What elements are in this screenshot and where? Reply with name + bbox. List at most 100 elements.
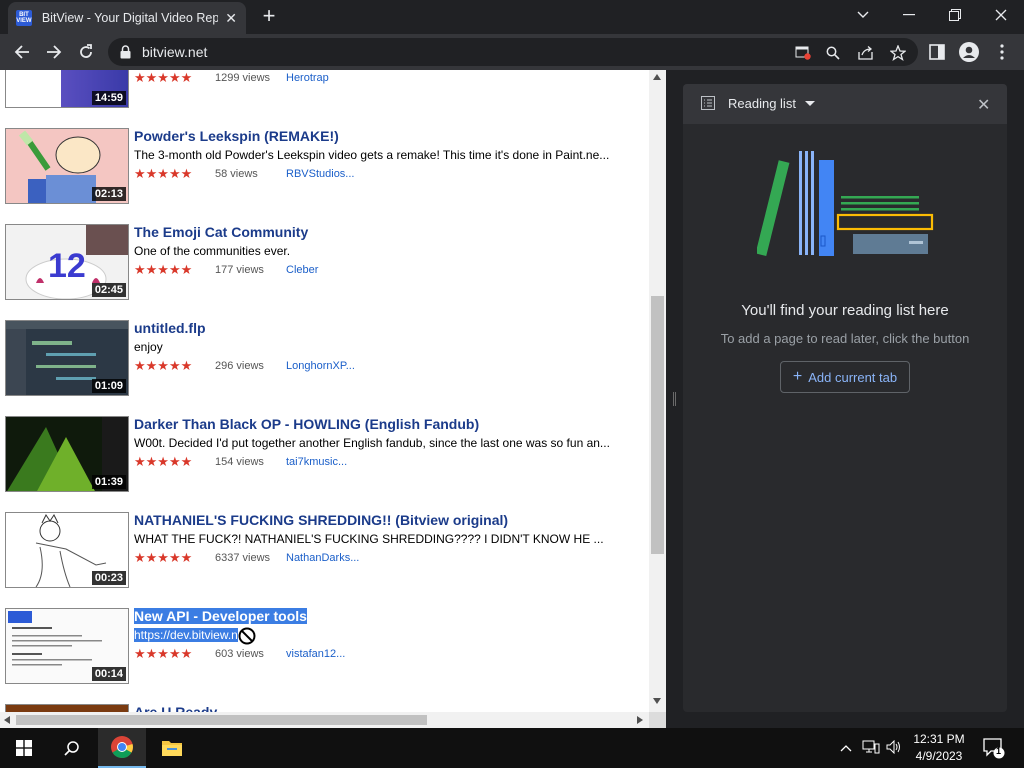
view-count: 6337 views <box>215 552 271 564</box>
popup-blocked-icon[interactable] <box>794 44 812 62</box>
menu-kebab-icon[interactable] <box>990 40 1014 64</box>
scroll-down-arrow-icon[interactable] <box>653 698 661 704</box>
view-count: 1299 views <box>215 72 271 84</box>
chrome-taskbar-icon[interactable] <box>98 728 146 768</box>
video-item[interactable]: 02:13 Powder's Leekspin (REMAKE!) The 3-… <box>0 128 649 224</box>
video-title-link[interactable]: untitled.flp <box>134 320 206 336</box>
tab-title: BitView - Your Digital Video Repo <box>41 11 219 25</box>
video-thumbnail[interactable]: 00:14 <box>5 608 129 684</box>
video-thumbnail[interactable]: 01:39 <box>5 416 129 492</box>
video-thumbnail[interactable]: 01:09 <box>5 320 129 396</box>
panel-dropdown-icon[interactable] <box>805 101 815 106</box>
empty-state-subtitle: To add a page to read later, click the b… <box>720 331 970 346</box>
side-panel-resize-handle[interactable] <box>666 70 683 728</box>
view-count: 58 views <box>215 168 258 180</box>
share-icon[interactable] <box>857 44 875 62</box>
not-allowed-cursor-icon <box>238 627 256 645</box>
reload-icon[interactable] <box>74 40 98 64</box>
action-center-icon[interactable]: 1 <box>983 737 1005 762</box>
video-duration: 02:13 <box>91 187 126 201</box>
plus-icon: + <box>792 368 803 385</box>
author-link[interactable]: LonghornXP... <box>286 360 355 372</box>
bitview-favicon-icon: BIT VIEW <box>16 10 32 26</box>
search-icon[interactable] <box>48 728 96 768</box>
video-item[interactable]: 00:14 New API - Developer tools https://… <box>0 608 649 704</box>
horizontal-scrollbar[interactable] <box>0 712 649 728</box>
books-illustration <box>757 151 934 257</box>
reading-list-title[interactable]: Reading list <box>728 96 796 111</box>
profile-avatar-icon[interactable] <box>957 40 981 64</box>
author-link[interactable]: RBVStudios... <box>286 168 354 180</box>
restore-icon[interactable] <box>932 0 978 30</box>
system-clock[interactable]: 12:31 PM 4/9/2023 <box>904 731 974 765</box>
author-link[interactable]: vistafan12... <box>286 648 345 660</box>
add-current-tab-label: Add current tab <box>808 369 898 385</box>
vertical-scroll-thumb[interactable] <box>651 296 664 554</box>
author-link[interactable]: Herotrap <box>286 72 329 84</box>
back-icon[interactable] <box>10 40 34 64</box>
video-title-link[interactable]: NATHANIEL'S FUCKING SHREDDING!! (Bitview… <box>134 512 508 528</box>
video-description: https://dev.bitview.n <box>134 628 238 642</box>
volume-icon[interactable] <box>886 739 902 757</box>
video-item[interactable]: 14:59 ★★★★★ 1299 views Herotrap <box>0 70 649 128</box>
video-duration: 02:45 <box>91 283 126 297</box>
drag-grip-icon[interactable] <box>673 392 676 406</box>
rating-stars: ★★★★★ <box>134 358 193 373</box>
close-panel-icon[interactable]: ✕ <box>977 95 990 115</box>
address-bar[interactable]: bitview.net <box>108 38 918 66</box>
minimize-icon[interactable] <box>886 0 932 30</box>
windows-taskbar: 12:31 PM 4/9/2023 1 <box>0 728 1024 768</box>
notification-count-badge: 1 <box>996 746 1002 756</box>
video-item[interactable]: 01:09 untitled.flp enjoy ★★★★★ 296 views… <box>0 320 649 416</box>
view-count: 177 views <box>215 264 264 276</box>
video-item[interactable]: 12 02:45 The Emoji Cat Community One of … <box>0 224 649 320</box>
vertical-scrollbar[interactable] <box>649 70 666 712</box>
video-duration: 01:09 <box>91 379 126 393</box>
scrollbar-corner <box>649 712 666 728</box>
side-panel-icon[interactable] <box>925 40 949 64</box>
video-duration: 00:23 <box>91 571 126 585</box>
lock-icon[interactable] <box>120 45 131 64</box>
reading-list-panel: Reading list ✕ You'll find your reading … <box>683 84 1007 712</box>
forward-icon[interactable] <box>42 40 66 64</box>
scroll-left-arrow-icon[interactable] <box>4 716 10 724</box>
windows-start-icon[interactable] <box>0 728 48 768</box>
bookmark-star-icon[interactable] <box>889 44 907 62</box>
clock-time: 12:31 PM <box>913 732 965 746</box>
video-thumbnail[interactable]: 12 02:45 <box>5 224 129 300</box>
video-item[interactable]: 01:39 Darker Than Black OP - HOWLING (En… <box>0 416 649 512</box>
author-link[interactable]: NathanDarks... <box>286 552 359 564</box>
rating-stars: ★★★★★ <box>134 646 193 661</box>
network-icon[interactable] <box>862 740 880 757</box>
video-description: WHAT THE FUCK?! NATHANIEL'S FUCKING SHRE… <box>134 532 604 546</box>
author-link[interactable]: tai7kmusic... <box>286 456 347 468</box>
scroll-right-arrow-icon[interactable] <box>637 716 643 724</box>
close-window-icon[interactable] <box>978 0 1024 30</box>
video-title-link[interactable]: New API - Developer tools <box>134 608 307 624</box>
video-item[interactable]: 00:23 NATHANIEL'S FUCKING SHREDDING!! (B… <box>0 512 649 608</box>
tab-bitview[interactable]: BIT VIEW BitView - Your Digital Video Re… <box>8 2 246 34</box>
svg-text:12: 12 <box>48 247 86 285</box>
author-link[interactable]: Cleber <box>286 264 318 276</box>
empty-state-title: You'll find your reading list here <box>741 302 949 319</box>
tab-close-icon[interactable]: ✕ <box>224 10 238 27</box>
video-title-link[interactable]: The Emoji Cat Community <box>134 224 308 240</box>
new-tab-icon[interactable]: + <box>258 5 280 27</box>
horizontal-scroll-thumb[interactable] <box>16 715 427 725</box>
scroll-up-arrow-icon[interactable] <box>653 74 661 80</box>
video-title-link[interactable]: Powder's Leekspin (REMAKE!) <box>134 128 339 144</box>
video-thumbnail[interactable]: 02:13 <box>5 128 129 204</box>
video-description: W00t. Decided I'd put together another E… <box>134 436 610 450</box>
video-thumbnail[interactable]: 00:23 <box>5 512 129 588</box>
tab-search-chevron-icon[interactable] <box>840 0 886 30</box>
rating-stars: ★★★★★ <box>134 454 193 469</box>
add-current-tab-button[interactable]: + Add current tab <box>780 361 910 393</box>
file-explorer-icon[interactable] <box>148 728 196 768</box>
show-hidden-icons-icon[interactable] <box>840 740 852 755</box>
browser-toolbar: bitview.net <box>0 34 1024 70</box>
video-title-link[interactable]: Darker Than Black OP - HOWLING (English … <box>134 416 479 432</box>
video-thumbnail[interactable]: 14:59 <box>5 70 129 108</box>
zoom-search-icon[interactable] <box>824 44 842 62</box>
video-description: The 3-month old Powder's Leekspin video … <box>134 148 610 162</box>
video-duration: 00:14 <box>91 667 126 681</box>
